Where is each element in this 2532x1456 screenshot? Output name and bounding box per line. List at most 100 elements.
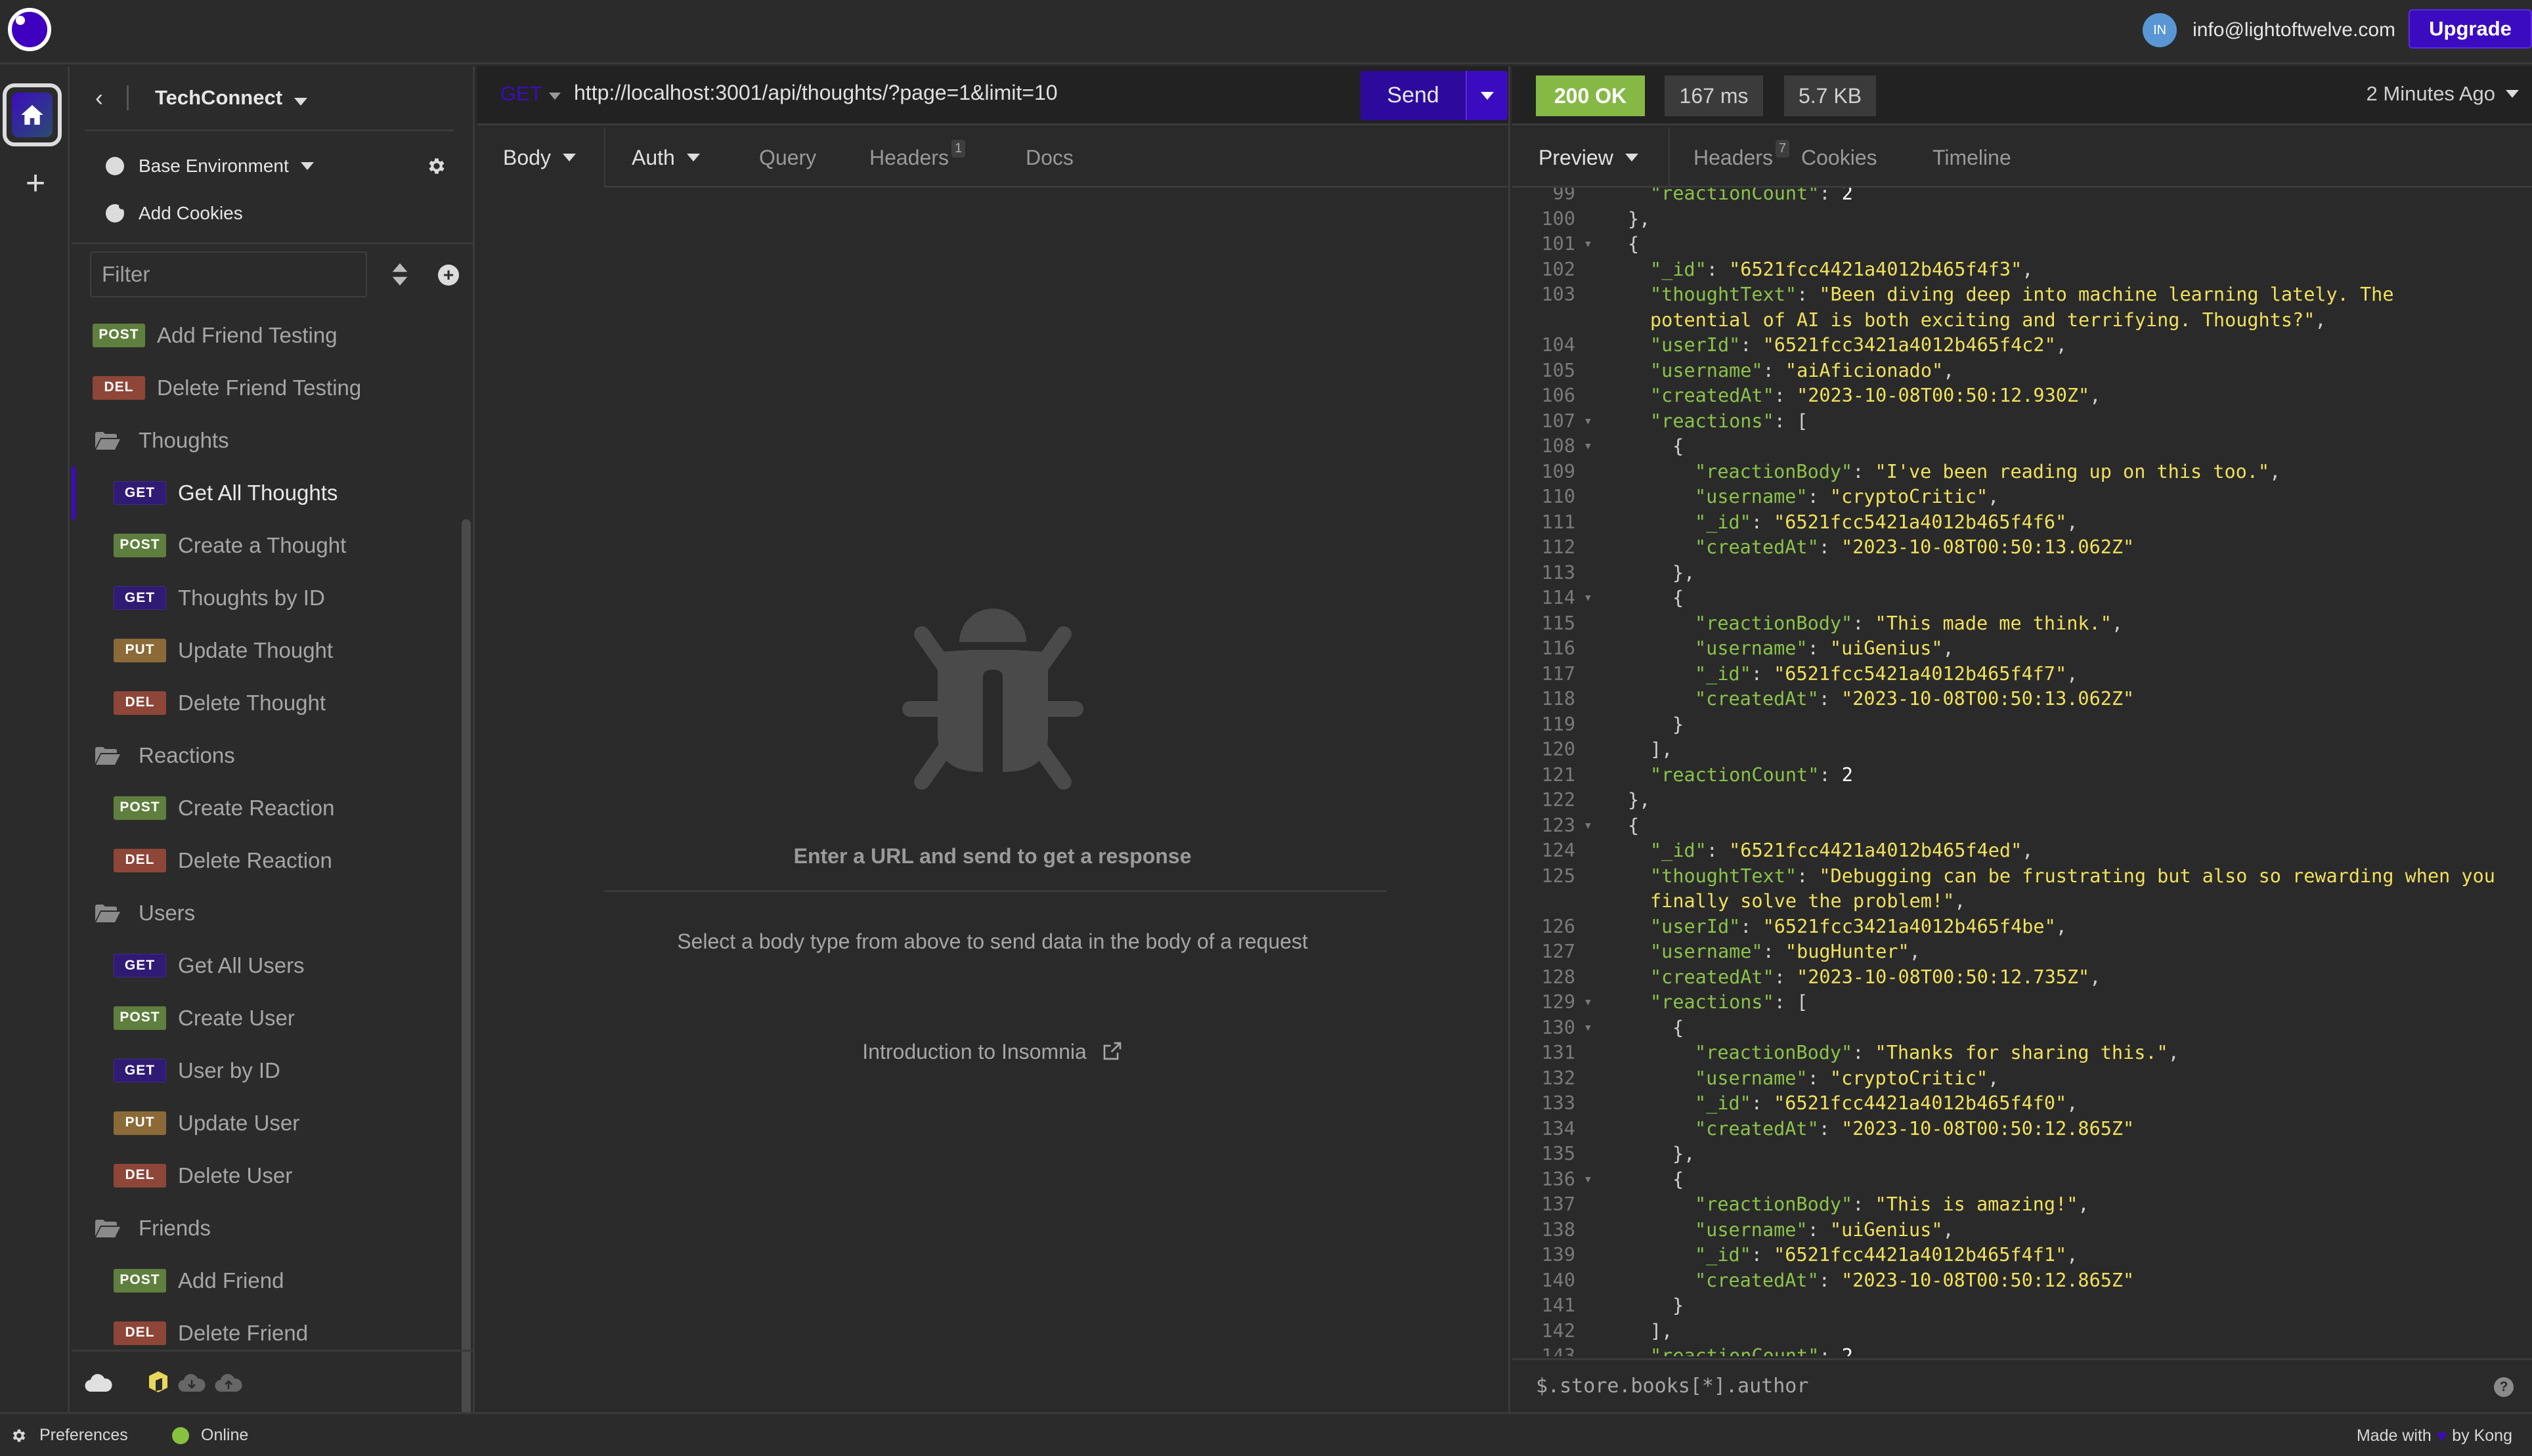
tab-cookies[interactable]: Cookies	[1801, 127, 1877, 188]
json-punctuation: :	[1706, 840, 1730, 861]
line-number[interactable]: 136	[1512, 1167, 1592, 1193]
json-string: "Thanks for sharing this."	[1875, 1042, 2168, 1063]
cloud-icon[interactable]	[85, 1372, 112, 1392]
sidebar-item-label: Friends	[139, 1216, 211, 1240]
code-text: "reactionCount": 2	[1584, 188, 2532, 207]
line-number: 118	[1541, 688, 1575, 710]
line-number: 104	[1541, 334, 1575, 356]
filter-input[interactable]	[90, 251, 367, 297]
status-bar: Preferences Online Made with ♥ by Kong	[0, 1412, 2532, 1456]
add-cookies-button[interactable]: Add Cookies	[106, 195, 243, 232]
line-number[interactable]: 107	[1512, 409, 1592, 435]
json-number: 2	[1841, 1345, 1853, 1356]
sidebar-folder[interactable]: Reactions	[72, 729, 466, 782]
method-badge: PUT	[114, 639, 166, 662]
cloud-upload-icon[interactable]	[215, 1372, 242, 1392]
json-string: "6521fcc4421a4012b465f4f3"	[1729, 258, 2022, 280]
add-request-button[interactable]: +	[438, 265, 459, 286]
tab-headers[interactable]: Headers 1	[869, 127, 966, 188]
back-button[interactable]: ‹	[72, 84, 127, 112]
json-punctuation: :	[1807, 1067, 1830, 1089]
json-punctuation: ,	[2089, 385, 2101, 406]
tab-docs[interactable]: Docs	[1026, 127, 1074, 188]
url-input[interactable]	[574, 81, 1296, 105]
method-selector[interactable]: GET	[500, 82, 542, 106]
project-dropdown[interactable]: TechConnect	[155, 86, 308, 110]
cloud-download-icon[interactable]	[178, 1372, 206, 1392]
sidebar-request-item[interactable]: PUT Update Thought	[72, 624, 466, 677]
sidebar-request-item[interactable]: POST Create Reaction	[72, 782, 466, 834]
tab-timeline[interactable]: Timeline	[1932, 127, 2011, 188]
response-body-viewer[interactable]: 99"reactionCount": 2100},101{102"_id": "…	[1512, 188, 2532, 1356]
sidebar-request-item[interactable]: POST Create a Thought	[72, 519, 466, 572]
line-number[interactable]: 108	[1512, 434, 1592, 460]
sidebar-folder[interactable]: Users	[72, 887, 466, 939]
sidebar-request-item[interactable]: GET Get All Thoughts	[72, 467, 466, 519]
sidebar-request-item[interactable]: POST Add Friend	[72, 1254, 466, 1307]
tab-response-headers[interactable]: Headers 7	[1693, 127, 1790, 188]
home-button[interactable]	[3, 83, 62, 146]
json-key: "username"	[1695, 1067, 1808, 1089]
insomnia-logo-icon[interactable]	[8, 8, 51, 51]
send-button[interactable]: Send	[1361, 71, 1466, 120]
json-punctuation: :	[1818, 1117, 1842, 1140]
sort-icon[interactable]	[392, 263, 408, 286]
sidebar-item-label: Delete Thought	[178, 691, 326, 715]
tab-preview[interactable]: Preview	[1512, 127, 1670, 188]
json-punctuation: },	[1628, 789, 1651, 811]
preferences-button[interactable]: Preferences	[11, 1426, 128, 1445]
sidebar-request-item[interactable]: GET Get All Users	[72, 939, 466, 992]
sidebar-folder[interactable]: Thoughts	[72, 414, 466, 467]
folder-open-icon	[95, 905, 120, 922]
git-box-icon[interactable]	[148, 1370, 169, 1394]
json-punctuation: ,	[2066, 662, 2078, 685]
sidebar-scrollbar[interactable]	[462, 519, 471, 1419]
json-key: "username"	[1695, 1218, 1808, 1241]
sidebar-request-item[interactable]: GET User by ID	[72, 1044, 466, 1097]
gear-icon[interactable]	[426, 156, 447, 177]
code-line: 108 {	[1512, 434, 2532, 460]
line-number[interactable]: 123	[1512, 813, 1592, 839]
sidebar-request-item[interactable]: GET Thoughts by ID	[72, 572, 466, 624]
send-options-button[interactable]	[1466, 71, 1508, 120]
history-label: 2 Minutes Ago	[2366, 82, 2495, 105]
sidebar-item-label: Create Reaction	[178, 796, 335, 820]
sidebar-request-item[interactable]: PUT Update User	[72, 1097, 466, 1149]
environment-selector[interactable]: Base Environment	[106, 148, 460, 184]
sidebar-request-item[interactable]: DEL Delete Friend Testing	[72, 362, 466, 414]
chevron-down-icon	[1481, 91, 1494, 100]
response-filter-input[interactable]: $.store.books[*].author	[1536, 1375, 1808, 1398]
headers-count-badge: 7	[1775, 139, 1790, 158]
sidebar-folder[interactable]: Friends	[72, 1202, 466, 1254]
line-number: 103	[1541, 284, 1575, 305]
json-punctuation: ,	[2066, 1092, 2078, 1114]
code-line: 129"reactions": [	[1512, 990, 2532, 1016]
sidebar-request-item[interactable]: DEL Delete Thought	[72, 677, 466, 729]
sidebar-request-item[interactable]: DEL Delete Friend	[72, 1307, 466, 1346]
sidebar-request-item[interactable]: DEL Delete Reaction	[72, 834, 466, 887]
add-project-button[interactable]: +	[17, 165, 54, 202]
tab-query[interactable]: Query	[759, 127, 816, 188]
code-line: 118 "createdAt": "2023-10-08T00:50:13.062…	[1512, 687, 2532, 712]
sidebar-request-item[interactable]: POST Add Friend Testing	[72, 309, 466, 362]
sidebar-request-item[interactable]: DEL Delete User	[72, 1149, 466, 1202]
response-history-dropdown[interactable]: 2 Minutes Ago	[2367, 82, 2519, 106]
line-number[interactable]: 130	[1512, 1016, 1592, 1041]
made-with-kong: Made with ♥ by Kong	[2357, 1426, 2512, 1446]
json-punctuation: {	[1628, 814, 1640, 836]
line-number[interactable]: 129	[1512, 990, 1592, 1016]
code-line: 132 "username": "cryptoCritic",	[1512, 1066, 2532, 1092]
line-number[interactable]: 114	[1512, 586, 1592, 611]
account-menu[interactable]: IN info@lightoftwelve.com	[2143, 11, 2395, 50]
intro-to-insomnia-link[interactable]: Introduction to Insomnia	[477, 1040, 1508, 1064]
code-line: 135},	[1512, 1142, 2532, 1167]
code-text: {	[1584, 434, 2532, 460]
json-key: "reactions"	[1650, 410, 1774, 432]
tab-auth[interactable]: Auth	[632, 127, 700, 188]
upgrade-button[interactable]: Upgrade	[2409, 9, 2532, 49]
line-number[interactable]: 101	[1512, 232, 1592, 257]
help-icon[interactable]: ?	[2494, 1377, 2514, 1397]
method-badge: GET	[114, 481, 166, 505]
sidebar-request-item[interactable]: POST Create User	[72, 992, 466, 1044]
tab-body[interactable]: Body	[477, 127, 605, 188]
